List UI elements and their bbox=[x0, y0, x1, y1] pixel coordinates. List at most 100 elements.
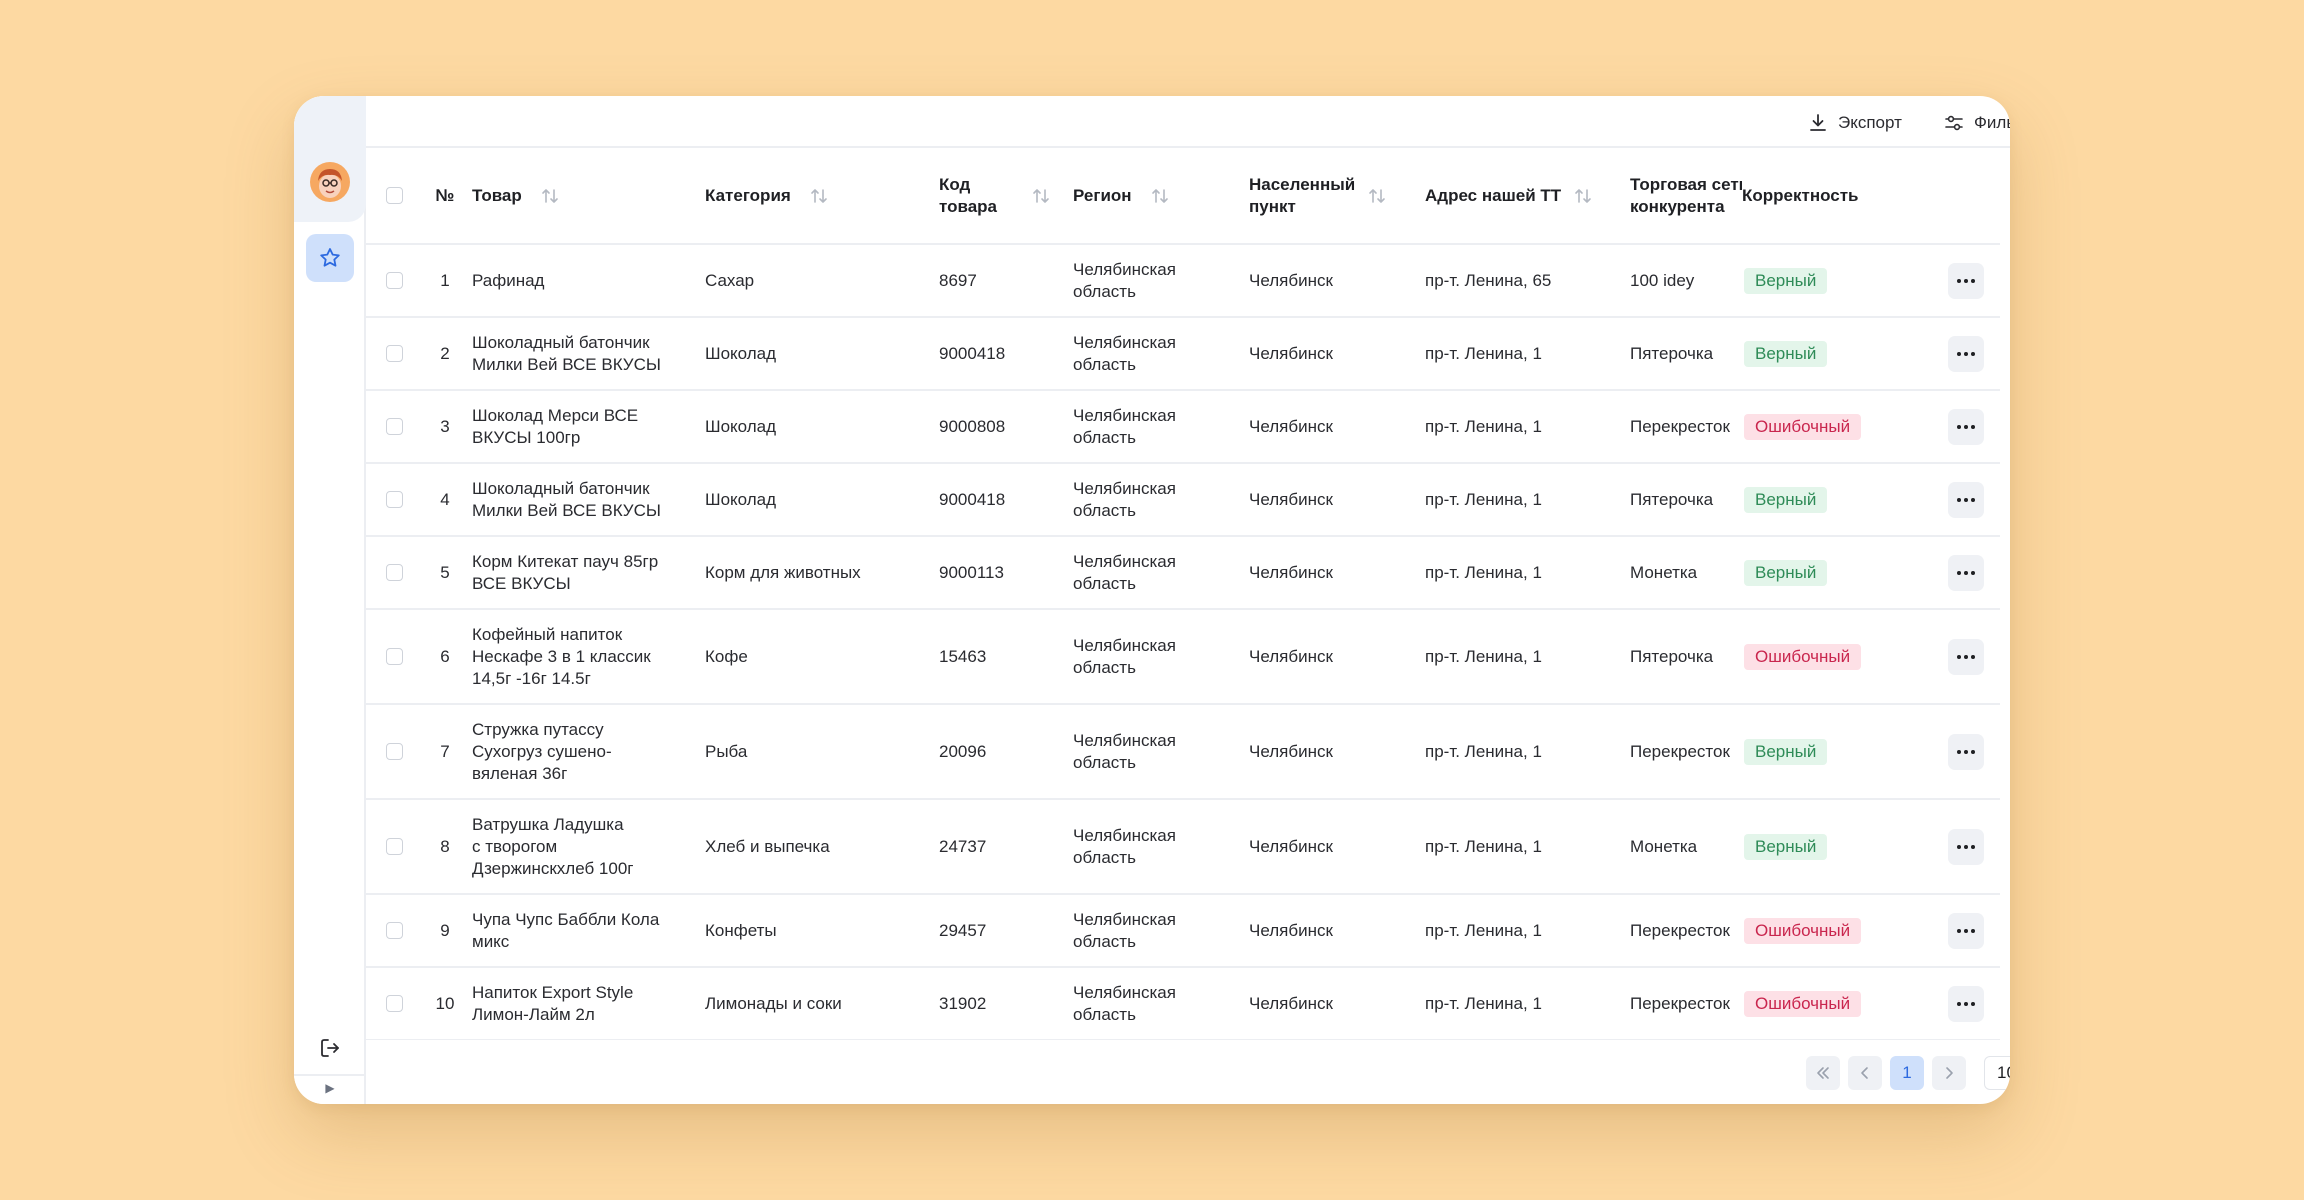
category-cell: Хлеб и выпечка bbox=[705, 799, 939, 895]
row-menu-button[interactable] bbox=[1948, 828, 1984, 865]
triangle-right-icon: ▶ bbox=[325, 1081, 335, 1095]
header-label: Категория bbox=[705, 185, 791, 205]
correctness-cell: Верный bbox=[1742, 244, 2000, 318]
row-menu-button[interactable] bbox=[1948, 408, 1984, 445]
row-checkbox[interactable] bbox=[386, 491, 403, 508]
correctness-cell: Ошибочный bbox=[1742, 894, 2000, 968]
region-cell: Челябинская область bbox=[1073, 609, 1249, 705]
row-menu-button[interactable] bbox=[1948, 733, 1984, 770]
sort-arrows-icon[interactable] bbox=[1031, 186, 1051, 206]
status-badge-error: Ошибочный bbox=[1744, 990, 1862, 1017]
row-menu-button[interactable] bbox=[1948, 912, 1984, 949]
sliders-icon bbox=[1945, 115, 1963, 131]
row-select-cell bbox=[366, 704, 424, 800]
row-checkbox[interactable] bbox=[386, 743, 403, 760]
page-button-current[interactable]: 1 bbox=[1890, 1056, 1924, 1090]
table-row[interactable]: 9 Чупа Чупс Баббли Кола микс Конфеты 29457 Ч… bbox=[366, 894, 2000, 968]
row-menu-button[interactable] bbox=[1948, 638, 1984, 675]
header-correctness[interactable]: Корректность bbox=[1742, 148, 2000, 245]
more-horizontal-icon bbox=[1957, 844, 1975, 849]
header-code[interactable]: Код товара bbox=[939, 148, 1073, 245]
table-row[interactable]: 4 Шоколадный батончик Милки Вей ВСЕ ВКУСЫ… bbox=[366, 463, 2000, 537]
sort-arrows-icon[interactable] bbox=[1367, 186, 1387, 206]
page-size-value: 100 bbox=[1997, 1063, 2010, 1082]
header-product[interactable]: Товар bbox=[472, 148, 705, 245]
row-number: 10 bbox=[424, 967, 472, 1040]
status-badge-correct: Верный bbox=[1744, 833, 1828, 860]
next-page-button[interactable] bbox=[1932, 1056, 1966, 1090]
row-checkbox[interactable] bbox=[386, 272, 403, 289]
avatar-image bbox=[310, 162, 350, 202]
status-badge-correct: Верный bbox=[1744, 559, 1828, 586]
competitor-cell: 100 idey bbox=[1630, 244, 1742, 318]
status-badge-correct: Верный bbox=[1744, 738, 1828, 765]
region-cell: Челябинская область bbox=[1073, 463, 1249, 537]
filters-button[interactable]: Фильтры bbox=[1944, 111, 2010, 135]
table-row[interactable]: 6 Кофейный напиток Нескафе 3 в 1 классик … bbox=[366, 609, 2000, 705]
more-horizontal-icon bbox=[1957, 278, 1975, 283]
row-checkbox[interactable] bbox=[386, 418, 403, 435]
select-all-checkbox[interactable] bbox=[386, 187, 403, 204]
product-cell: Кофейный напиток Нескафе 3 в 1 классик 1… bbox=[472, 609, 705, 705]
row-checkbox[interactable] bbox=[386, 995, 403, 1012]
header-competitor[interactable]: Торговая сеть конкурента bbox=[1630, 148, 1742, 245]
category-cell: Сахар bbox=[705, 244, 939, 318]
product-cell: Ватрушка Ладушка с творогом Дзержинскхле… bbox=[472, 799, 705, 895]
table-row[interactable]: 2 Шоколадный батончик Милки Вей ВСЕ ВКУСЫ… bbox=[366, 317, 2000, 391]
product-cell: Чупа Чупс Баббли Кола микс bbox=[472, 894, 705, 968]
export-button[interactable]: Экспорт bbox=[1808, 111, 1902, 135]
row-menu-button[interactable] bbox=[1948, 554, 1984, 591]
sort-arrows-icon[interactable] bbox=[540, 186, 560, 206]
more-horizontal-icon bbox=[1957, 1001, 1975, 1006]
row-checkbox[interactable] bbox=[386, 345, 403, 362]
region-cell: Челябинская область bbox=[1073, 317, 1249, 391]
table-row[interactable]: 3 Шоколад Мерси ВСЕ ВКУСЫ 100гр Шоколад 900… bbox=[366, 390, 2000, 464]
row-number: 8 bbox=[424, 799, 472, 895]
table-row[interactable]: 5 Корм Китекат пауч 85гр ВСЕ ВКУСЫ Корм дл… bbox=[366, 536, 2000, 610]
sort-arrows-icon[interactable] bbox=[809, 186, 829, 206]
row-checkbox[interactable] bbox=[386, 922, 403, 939]
table-row[interactable]: 7 Стружка путассу Сухогруз сушено- вялена… bbox=[366, 704, 2000, 800]
row-menu-button[interactable] bbox=[1948, 985, 1984, 1022]
header-region[interactable]: Регион bbox=[1073, 148, 1249, 245]
prev-page-button[interactable] bbox=[1848, 1056, 1882, 1090]
row-checkbox[interactable] bbox=[386, 838, 403, 855]
code-cell: 20096 bbox=[939, 704, 1073, 800]
first-page-button[interactable] bbox=[1806, 1056, 1840, 1090]
row-number: 1 bbox=[424, 244, 472, 318]
code-cell: 29457 bbox=[939, 894, 1073, 968]
row-menu-button[interactable] bbox=[1948, 481, 1984, 518]
table-row[interactable]: 1 Рафинад Сахар 8697 Челябинская область Челя… bbox=[366, 244, 2000, 318]
city-cell: Челябинск bbox=[1249, 704, 1425, 800]
sort-arrows-icon[interactable] bbox=[1573, 186, 1593, 206]
table-row[interactable]: 8 Ватрушка Ладушка с творогом Дзержинскхл… bbox=[366, 799, 2000, 895]
city-cell: Челябинск bbox=[1249, 967, 1425, 1040]
row-number: 6 bbox=[424, 609, 472, 705]
pagination: 1 100 bbox=[1806, 1056, 2010, 1090]
favorites-button[interactable] bbox=[306, 234, 354, 282]
row-number: 9 bbox=[424, 894, 472, 968]
address-cell: пр-т. Ленина, 65 bbox=[1425, 244, 1630, 318]
row-menu-button[interactable] bbox=[1948, 262, 1984, 299]
header-city[interactable]: Населенный пункт bbox=[1249, 148, 1425, 245]
row-checkbox[interactable] bbox=[386, 564, 403, 581]
header-category[interactable]: Категория bbox=[705, 148, 939, 245]
sort-arrows-icon[interactable] bbox=[1150, 186, 1170, 206]
header-address[interactable]: Адрес нашей ТТ bbox=[1425, 148, 1630, 245]
header-label: Регион bbox=[1073, 185, 1132, 205]
row-select-cell bbox=[366, 463, 424, 537]
table-row[interactable]: 10 Напиток Export Style Лимон-Лайм 2л Лимо… bbox=[366, 967, 2000, 1040]
product-cell: Шоколадный батончик Милки Вей ВСЕ ВКУСЫ bbox=[472, 463, 705, 537]
header-label: Адрес нашей ТТ bbox=[1425, 185, 1562, 205]
sidebar-expand-toggle[interactable]: ▶ bbox=[294, 1074, 366, 1102]
logout-button[interactable] bbox=[316, 1034, 344, 1062]
row-number: 7 bbox=[424, 704, 472, 800]
category-cell: Шоколад bbox=[705, 463, 939, 537]
category-cell: Конфеты bbox=[705, 894, 939, 968]
code-cell: 8697 bbox=[939, 244, 1073, 318]
page-size-select[interactable]: 100 bbox=[1984, 1056, 2010, 1090]
row-menu-button[interactable] bbox=[1948, 335, 1984, 372]
row-checkbox[interactable] bbox=[386, 648, 403, 665]
avatar[interactable] bbox=[310, 162, 350, 202]
correctness-cell: Верный bbox=[1742, 317, 2000, 391]
